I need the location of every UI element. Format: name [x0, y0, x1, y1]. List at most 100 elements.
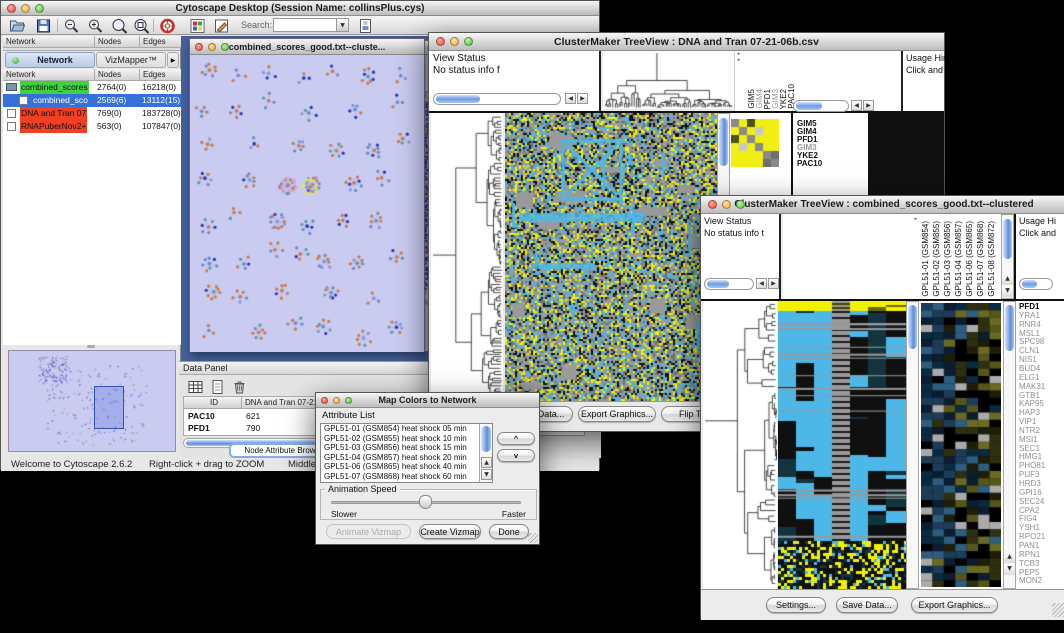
attribute-item[interactable]: GPL51-04 (GSM857) heat shock 20 min: [321, 453, 492, 463]
zoom-button[interactable]: [736, 200, 745, 209]
attribute-item[interactable]: GPL51-07 (GSM868) heat shock 60 min: [321, 472, 492, 482]
gene-label[interactable]: SEC24: [1019, 497, 1044, 506]
network-row[interactable]: RNAPuberNov2+ 563(0) 107847(0): [3, 120, 181, 133]
close-button[interactable]: [195, 43, 203, 51]
zoom-fit-icon[interactable]: [111, 18, 128, 34]
column-header-edges[interactable]: Edges: [140, 36, 181, 48]
delete-attribute-icon[interactable]: [231, 379, 248, 395]
combined-collabel-vscrollbar[interactable]: ▲ ▼: [1001, 214, 1014, 299]
attribute-list-vscrollbar[interactable]: ▲ ▼: [479, 424, 492, 482]
network-row[interactable]: combined_scores 2764(0) 16218(0): [3, 81, 181, 94]
column-header-nodes[interactable]: Nodes: [95, 69, 140, 81]
zoom-button[interactable]: [464, 37, 473, 46]
combined-titlebar[interactable]: ClusterMaker TreeView : combined_scores_…: [701, 196, 1064, 214]
gene-label[interactable]: NIS1: [1019, 355, 1037, 364]
scrollbar-thumb[interactable]: [436, 95, 480, 103]
zoom-button[interactable]: [221, 43, 229, 51]
settings-button[interactable]: Settings...: [766, 597, 826, 613]
attr-column-id[interactable]: ID: [184, 397, 242, 409]
gene-label[interactable]: PFD1: [1019, 302, 1039, 311]
scroll-up-arrow[interactable]: ▲: [481, 457, 492, 468]
minimize-button[interactable]: [21, 4, 30, 13]
resize-grip[interactable]: [528, 533, 538, 543]
gene-label[interactable]: PAN1: [1019, 541, 1039, 550]
gene-label[interactable]: KAP95: [1019, 399, 1044, 408]
zoom-button[interactable]: [35, 4, 44, 13]
gene-label[interactable]: ELG1: [1019, 373, 1039, 382]
minimize-button[interactable]: [208, 43, 216, 51]
import-table-icon[interactable]: [357, 18, 374, 34]
table-icon[interactable]: [187, 379, 204, 395]
gene-label[interactable]: MSL1: [1019, 329, 1040, 338]
birdseye-canvas[interactable]: [9, 351, 175, 451]
scroll-down-arrow[interactable]: ▼: [481, 469, 492, 480]
attribute-list[interactable]: GPL51-01 (GSM854) heat shock 05 min GPL5…: [320, 423, 493, 483]
save-data-button[interactable]: Save Data...: [836, 597, 898, 613]
gene-label[interactable]: MAK31: [1019, 382, 1045, 391]
gene-label[interactable]: GTB1: [1019, 391, 1040, 400]
close-button[interactable]: [321, 397, 328, 404]
dna-export-graphics-button[interactable]: Export Graphics...: [578, 406, 656, 422]
move-down-button[interactable]: v: [497, 449, 535, 462]
scroll-up-arrow[interactable]: ▲: [1002, 274, 1013, 285]
scrollbar-thumb[interactable]: [796, 102, 822, 110]
gene-label[interactable]: VIP1: [1019, 417, 1036, 426]
zoom-button[interactable]: [345, 397, 352, 404]
gene-label[interactable]: YRA1: [1019, 311, 1040, 320]
scrollbar-thumb[interactable]: [481, 426, 491, 452]
zoom-selected-icon[interactable]: [133, 18, 150, 34]
move-up-button[interactable]: ^: [497, 432, 535, 445]
scroll-down-arrow[interactable]: ▼: [1004, 564, 1015, 575]
dna-row-dendrogram[interactable]: [431, 113, 503, 401]
attr-row-id[interactable]: PAC10: [188, 411, 215, 421]
search-dropdown-button[interactable]: ▼: [337, 18, 349, 32]
attr-row-value[interactable]: 790: [246, 423, 260, 433]
combined-column-dendrogram-area[interactable]: ▸: [783, 214, 919, 299]
gene-label[interactable]: RPN1: [1019, 550, 1040, 559]
attribute-item[interactable]: GPL51-03 (GSM856) heat shock 15 min: [321, 443, 492, 453]
gene-label[interactable]: SPC98: [1019, 337, 1044, 346]
column-header-network[interactable]: Network: [3, 36, 95, 48]
attribute-item[interactable]: GPL51-02 (GSM855) heat shock 10 min: [321, 434, 492, 444]
open-file-icon[interactable]: [9, 18, 26, 34]
gene-label[interactable]: GPI16: [1019, 488, 1042, 497]
scroll-right-arrow[interactable]: ▶: [768, 278, 779, 289]
minimize-button[interactable]: [333, 397, 340, 404]
network-view-titlebar[interactable]: combined_scores_good.txt--cluste...: [190, 39, 424, 55]
dialog-titlebar[interactable]: Map Colors to Network: [316, 393, 539, 408]
gene-label[interactable]: SEC1: [1019, 444, 1040, 453]
gene-label[interactable]: YSH1: [1019, 523, 1040, 532]
animate-vizmap-button[interactable]: Animate Vizmap: [326, 524, 411, 539]
gene-label[interactable]: MSI1: [1019, 435, 1038, 444]
gene-label[interactable]: HAP3: [1019, 408, 1040, 417]
splitter-handle[interactable]: [87, 345, 95, 348]
dna-zoom-matrix[interactable]: [731, 119, 779, 167]
gene-label[interactable]: PUF3: [1019, 470, 1039, 479]
scroll-down-arrow[interactable]: ▼: [1002, 286, 1013, 297]
usage-hints-hscrollbar[interactable]: [1019, 278, 1053, 290]
combined-row-dendrogram[interactable]: [703, 301, 777, 589]
help-lifering-icon[interactable]: [159, 18, 176, 34]
export-graphics-button[interactable]: Export Graphics...: [911, 597, 998, 613]
tab-network[interactable]: Network: [5, 52, 95, 68]
save-icon[interactable]: [35, 18, 52, 34]
search-input[interactable]: [273, 18, 337, 32]
gene-label[interactable]: MON2: [1019, 576, 1042, 585]
network-row-selected[interactable]: combined_sco 2569(6) 13112(15): [3, 94, 181, 107]
attribute-item[interactable]: GPL51-06 (GSM865) heat shock 40 min: [321, 462, 492, 472]
network-row[interactable]: DNA and Tran 07 769(0) 183728(0): [3, 107, 181, 120]
scrollbar-thumb[interactable]: [1003, 219, 1012, 259]
gene-label[interactable]: NTR2: [1019, 426, 1040, 435]
scrollbar-thumb[interactable]: [1022, 280, 1037, 288]
gene-label[interactable]: FIG4: [1019, 514, 1037, 523]
create-vizmap-button[interactable]: Create Vizmap: [419, 524, 481, 539]
combined-heatmap[interactable]: [778, 301, 906, 589]
gene-label[interactable]: HMG1: [1019, 452, 1042, 461]
birdseye-view[interactable]: [8, 350, 176, 452]
scroll-right-arrow[interactable]: ▶: [577, 93, 588, 104]
vizmapper-palette-icon[interactable]: [189, 18, 206, 34]
close-button[interactable]: [708, 200, 717, 209]
column-header-nodes[interactable]: Nodes: [95, 36, 140, 48]
scrollbar-thumb[interactable]: [707, 280, 729, 288]
gene-label[interactable]: PEP5: [1019, 568, 1039, 577]
